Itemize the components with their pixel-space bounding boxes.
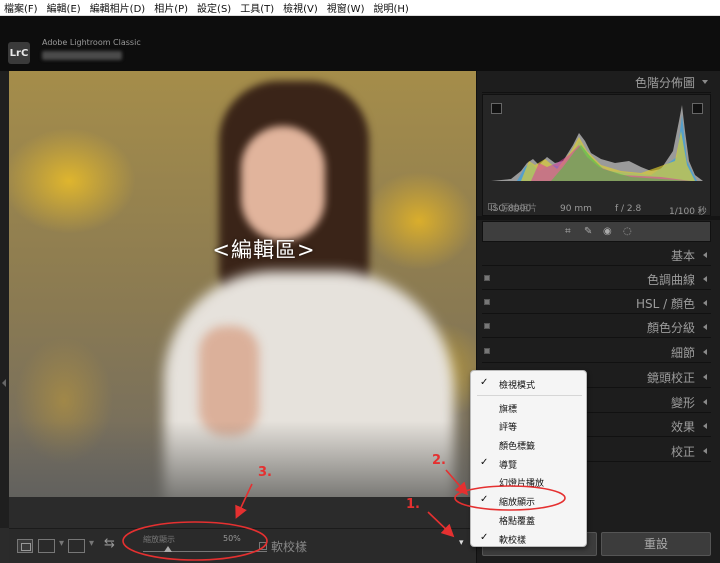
check-icon: ✓ — [480, 457, 489, 468]
annotation-label-3: 3. — [258, 465, 272, 480]
menu-item-view-mode[interactable]: 檢視模式 — [499, 378, 535, 391]
menu-item-color-label[interactable]: 顏色標籤 — [499, 439, 535, 452]
red-eye-icon[interactable]: ◉ — [603, 226, 612, 237]
blurred-user-name — [42, 51, 122, 60]
panel-color-grading[interactable]: 顏色分級 — [482, 316, 711, 338]
panel-hsl-label: HSL / 顏色 — [636, 297, 695, 311]
menu-photo[interactable]: 相片(P) — [154, 0, 188, 15]
panel-color-grading-label: 顏色分級 — [646, 321, 695, 335]
menu-help[interactable]: 說明(H) — [373, 0, 408, 15]
menu-view[interactable]: 檢視(V) — [283, 0, 318, 15]
panel-hsl[interactable]: HSL / 顏色 — [482, 292, 711, 314]
compare-view-icon[interactable] — [38, 539, 55, 553]
photo-subject-face — [241, 126, 325, 241]
expand-triangle-icon[interactable] — [703, 300, 707, 306]
menu-item-rating[interactable]: 評等 — [499, 420, 517, 433]
lrc-logo: LrC — [8, 42, 30, 64]
panel-basic-label: 基本 — [670, 249, 695, 263]
menu-window[interactable]: 視窗(W) — [327, 0, 365, 15]
expand-triangle-icon[interactable] — [703, 276, 707, 282]
check-icon: ✓ — [480, 377, 489, 388]
menu-file[interactable]: 檔案(F) — [4, 0, 38, 15]
menu-item-grid-overlay[interactable]: 格點覆蓋 — [499, 514, 535, 527]
original-photo-label: 原始相片 — [501, 204, 538, 214]
menu-item-slideshow[interactable]: 幻燈片播放 — [499, 476, 544, 489]
crop-tool-icon[interactable]: ⌗ — [565, 226, 571, 237]
panel-lens-corrections-label: 鏡頭校正 — [646, 371, 695, 385]
check-icon: ✓ — [480, 532, 489, 543]
histogram-header[interactable]: 色階分佈圖 — [482, 71, 711, 93]
app-name: Adobe Lightroom Classic — [42, 38, 141, 47]
panel-effects-label: 效果 — [670, 420, 695, 434]
softproof-label: 軟校樣 — [271, 540, 308, 554]
annotation-label-1: 1. — [406, 497, 420, 512]
panel-switch-icon[interactable] — [484, 275, 490, 281]
menu-item-zoom[interactable]: 縮放顯示 — [499, 495, 535, 508]
menu-separator — [477, 395, 582, 396]
original-photo-checkbox[interactable] — [488, 203, 496, 210]
panel-detail-label: 細節 — [670, 346, 695, 360]
softproof-checkbox[interactable] — [259, 542, 267, 550]
zoom-slider-track[interactable] — [143, 551, 267, 552]
photo-subject-hands — [199, 326, 259, 436]
swap-arrows-icon[interactable]: ⇆ — [104, 536, 115, 551]
histogram[interactable]: ISO 8000 90 mm f / 2.8 1/100 秒 — [482, 94, 711, 217]
panel-tone-curve[interactable]: 色調曲線 — [482, 268, 711, 290]
panel-basic[interactable]: 基本 — [482, 244, 711, 266]
panel-calibration-label: 校正 — [670, 445, 695, 459]
expand-triangle-icon[interactable] — [703, 252, 707, 258]
reset-button[interactable]: 重設 — [601, 532, 711, 556]
panel-switch-icon[interactable] — [484, 348, 490, 354]
panel-divider — [477, 216, 720, 220]
bottom-toolbar: ▾ ▾ ⇆ 縮放顯示 50% 軟校樣 ▾ — [9, 528, 476, 563]
zoom-label: 縮放顯示 — [143, 535, 175, 544]
menu-item-flag[interactable]: 旗標 — [499, 402, 517, 415]
menu-edit[interactable]: 編輯(E) — [47, 0, 81, 15]
before-after-view-icon[interactable] — [68, 539, 85, 553]
toolbar-content-menu: ✓ 檢視模式 旗標 評等 顏色標籤 ✓ 導覽 幻燈片播放 ✓ 縮放顯示 格點覆蓋… — [470, 370, 587, 547]
masking-icon[interactable]: ◌ — [623, 226, 632, 237]
menu-bar: 檔案(F) 編輯(E) 編輯相片(D) 相片(P) 設定(S) 工具(T) 檢視… — [0, 0, 720, 16]
expand-triangle-icon[interactable] — [703, 374, 707, 380]
histogram-graph — [491, 105, 703, 181]
tool-strip: ⌗ ✎ ◉ ◌ — [482, 221, 711, 242]
menu-develop[interactable]: 編輯相片(D) — [90, 0, 146, 15]
menu-tools[interactable]: 工具(T) — [240, 0, 274, 15]
menu-item-softproof[interactable]: 軟校樣 — [499, 533, 526, 546]
expand-left-panel-icon[interactable] — [2, 379, 6, 387]
menu-item-navigate[interactable]: 導覽 — [499, 458, 517, 471]
panel-transform-label: 變形 — [670, 396, 695, 410]
photo-foreground — [9, 421, 476, 497]
compare-dropdown-icon[interactable]: ▾ — [59, 538, 64, 549]
edit-area-photo[interactable]: <編輯區> — [9, 71, 476, 497]
expand-triangle-icon[interactable] — [703, 399, 707, 405]
panel-detail[interactable]: 細節 — [482, 341, 711, 363]
histogram-title: 色階分佈圖 — [634, 76, 695, 90]
panel-switch-icon[interactable] — [484, 299, 490, 305]
expand-triangle-icon[interactable] — [703, 324, 707, 330]
zoom-slider-thumb[interactable] — [163, 546, 172, 552]
panel-tone-curve-label: 色調曲線 — [646, 273, 695, 287]
original-photo-row[interactable]: 原始相片 — [482, 199, 711, 215]
identity-plate: LrC Adobe Lightroom Classic — [0, 16, 720, 71]
collapse-triangle-icon[interactable] — [702, 80, 708, 84]
expand-triangle-icon[interactable] — [703, 349, 707, 355]
left-panel-collapsed[interactable] — [0, 71, 9, 528]
panel-switch-icon[interactable] — [484, 323, 490, 329]
annotation-label-2: 2. — [432, 453, 446, 468]
loupe-view-icon[interactable] — [17, 539, 33, 553]
zoom-value: 50% — [223, 534, 241, 543]
before-after-dropdown-icon[interactable]: ▾ — [89, 538, 94, 549]
healing-brush-icon[interactable]: ✎ — [584, 226, 592, 237]
expand-triangle-icon[interactable] — [703, 448, 707, 454]
check-icon: ✓ — [480, 494, 489, 505]
edit-area-label: <編輯區> — [212, 238, 316, 262]
menu-settings[interactable]: 設定(S) — [197, 0, 231, 15]
expand-triangle-icon[interactable] — [703, 423, 707, 429]
toolbar-content-dropdown-icon[interactable]: ▾ — [459, 538, 464, 548]
